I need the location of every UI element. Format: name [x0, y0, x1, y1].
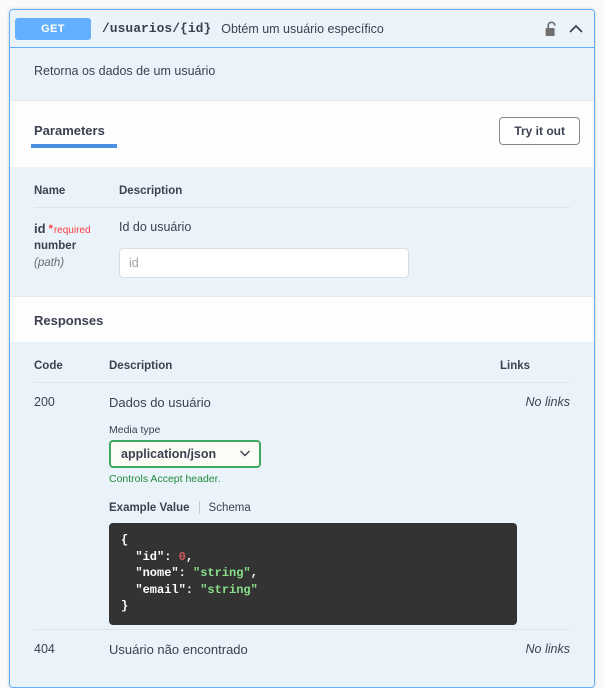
- operation-summary-text: Obtém um usuário específico: [221, 21, 384, 36]
- try-it-out-button[interactable]: Try it out: [499, 117, 580, 145]
- parameters-col-description: Description: [119, 185, 570, 208]
- parameters-title: Parameters: [31, 122, 117, 148]
- example-schema-tabs: Example Value Schema: [109, 501, 500, 514]
- table-row: 200 Dados do usuário Media type applicat…: [34, 383, 570, 630]
- response-code: 200: [34, 395, 55, 409]
- http-method-badge: GET: [15, 17, 91, 40]
- responses-table-header-row: Code Description Links: [34, 360, 570, 383]
- response-links: No links: [525, 395, 570, 409]
- responses-header-band: Responses: [10, 296, 594, 342]
- required-label: required: [53, 225, 91, 236]
- media-type-select[interactable]: application/json: [109, 440, 261, 468]
- parameter-description: Id do usuário: [119, 220, 192, 234]
- parameters-header-band: Parameters Try it out: [10, 100, 594, 167]
- parameters-table: Name Description id *required number (pat…: [34, 185, 570, 282]
- parameter-name-text: id: [34, 221, 46, 236]
- operation-description: Retorna os dados de um usuário: [10, 48, 594, 100]
- media-type-label: Media type: [109, 424, 161, 436]
- parameter-id-input[interactable]: [119, 248, 409, 278]
- chevron-up-icon[interactable]: [568, 23, 584, 35]
- parameters-title-text: Parameters: [34, 122, 105, 138]
- response-description-cell: Dados do usuário Media type application/…: [109, 383, 517, 630]
- responses-col-links: Links: [500, 360, 570, 383]
- parameters-col-name: Name: [34, 185, 119, 208]
- table-row: 404 Usuário não encontrado No links: [34, 628, 570, 661]
- responses-col-code: Code: [34, 360, 109, 383]
- operation-block: GET /usuarios/{id} Obtém um usuário espe…: [9, 9, 595, 688]
- parameter-name-cell: id *required number (path): [34, 208, 119, 283]
- chevron-down-icon: [239, 447, 251, 461]
- parameters-active-underline: [31, 143, 117, 148]
- media-type-hint: Controls Accept header.: [109, 473, 221, 485]
- parameter-name: id *required: [34, 220, 119, 238]
- parameter-description-cell: Id do usuário: [119, 208, 570, 283]
- unlocked-padlock-icon[interactable]: [545, 21, 558, 37]
- parameters-table-wrap: Name Description id *required number (pat…: [10, 167, 594, 296]
- response-code: 404: [34, 628, 109, 661]
- media-type-value: application/json: [121, 447, 217, 461]
- responses-table-wrap: Code Description Links 200 Dados do usuá…: [10, 342, 594, 661]
- response-description: Dados do usuário: [109, 395, 211, 410]
- example-value-code-block: { "id": 0, "nome": "string", "email": "s…: [109, 523, 517, 625]
- tab-example-value[interactable]: Example Value: [109, 502, 199, 514]
- operation-path: /usuarios/{id}: [102, 21, 212, 36]
- responses-table: Code Description Links 200 Dados do usuá…: [34, 360, 570, 661]
- parameter-location: (path): [34, 256, 65, 269]
- response-links: No links: [500, 628, 570, 661]
- parameter-type: number: [34, 239, 77, 252]
- table-row: id *required number (path) Id do usuário: [34, 208, 570, 283]
- response-description: Usuário não encontrado: [109, 641, 248, 657]
- response-description-cell: Usuário não encontrado: [109, 628, 500, 661]
- required-asterisk: *: [48, 223, 53, 236]
- parameters-table-header-row: Name Description: [34, 185, 570, 208]
- responses-col-description: Description: [109, 360, 500, 383]
- tab-schema[interactable]: Schema: [200, 502, 251, 514]
- responses-title: Responses: [34, 313, 104, 328]
- operation-summary-bar[interactable]: GET /usuarios/{id} Obtém um usuário espe…: [10, 10, 594, 48]
